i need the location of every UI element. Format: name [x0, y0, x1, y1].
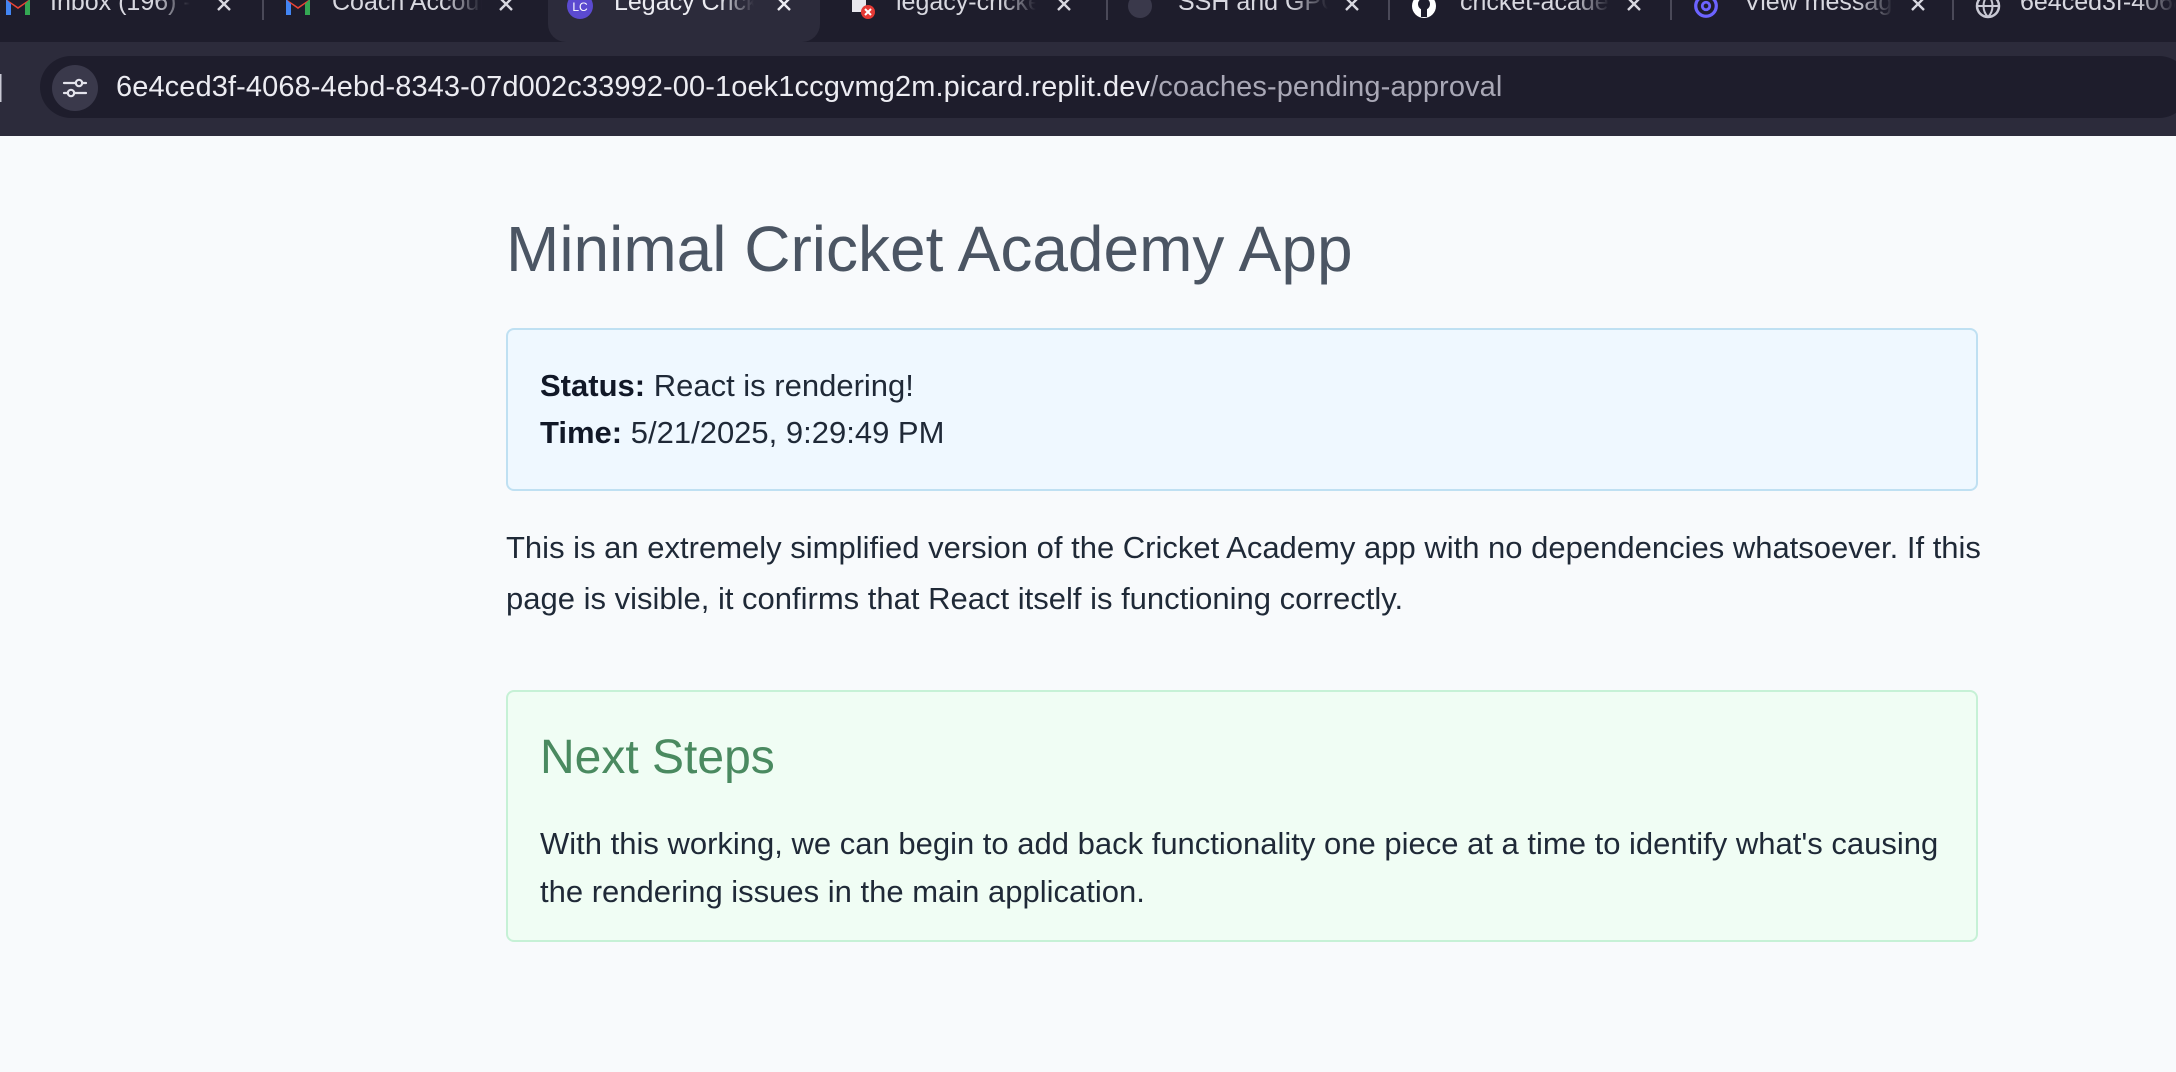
- tab-label: Coach Account: [332, 0, 482, 16]
- next-steps-title: Next Steps: [540, 731, 775, 784]
- legacy-cricket-icon: LC: [566, 0, 594, 20]
- tab-ssh-gpg[interactable]: SSH and GPG: [1112, 0, 1382, 42]
- close-icon[interactable]: [1620, 0, 1648, 18]
- github-icon: [1126, 0, 1154, 20]
- url-path: /coaches-pending-approval: [1150, 71, 1503, 103]
- url-host: 6e4ced3f-4068-4ebd-8343-07d002c33992-00-…: [116, 71, 1151, 103]
- tab-legacy-cricket[interactable]: LC Legacy Cricket: [548, 0, 820, 42]
- tab-label: cricket-academy: [1460, 0, 1610, 16]
- github-icon: [1410, 0, 1438, 20]
- tab-label: legacy-cricket: [896, 0, 1036, 16]
- tab-inbox[interactable]: Inbox (196) -: [0, 0, 262, 42]
- tab-separator: [1388, 0, 1390, 20]
- tab-legacy-cricket-error[interactable]: legacy-cricket: [828, 0, 1098, 42]
- tab-label: View messages: [1744, 0, 1894, 16]
- tab-separator: [262, 0, 264, 20]
- tab-label: 6e4ced3f-4068: [2020, 0, 2176, 16]
- tab-separator: [1952, 0, 1954, 20]
- tab-cricket-academy[interactable]: cricket-academy: [1394, 0, 1664, 42]
- tab-view-messages[interactable]: View messages: [1676, 0, 1946, 42]
- next-steps-text: With this working, we can begin to add b…: [540, 826, 1939, 909]
- sidebar-toggle-icon[interactable]: [0, 70, 6, 106]
- tab-label: Legacy Cricket: [614, 0, 754, 16]
- address-bar[interactable]: 6e4ced3f-4068-4ebd-8343-07d002c33992-00-…: [40, 56, 2176, 118]
- time-value: 5/21/2025, 9:29:49 PM: [630, 415, 945, 450]
- next-steps-panel: Next Steps With this working, we can beg…: [506, 690, 1978, 942]
- close-icon[interactable]: [1050, 0, 1078, 18]
- status-label: Status:: [540, 368, 646, 403]
- browser-toolbar: 6e4ced3f-4068-4ebd-8343-07d002c33992-00-…: [0, 42, 2176, 136]
- time-label: Time:: [540, 415, 623, 450]
- tab-label: SSH and GPG: [1178, 0, 1328, 16]
- tab-replit-preview[interactable]: 6e4ced3f-4068: [1958, 0, 2176, 42]
- at-sign-icon: [1692, 0, 1720, 20]
- page-viewport: Minimal Cricket Academy App Status: Reac…: [0, 136, 2176, 1072]
- globe-icon: [1974, 0, 2002, 20]
- close-icon[interactable]: [770, 0, 798, 18]
- page-title: Minimal Cricket Academy App: [506, 213, 1353, 285]
- description-text: This is an extremely simplified version …: [506, 530, 1981, 616]
- tab-separator: [1106, 0, 1108, 20]
- tab-strip: Inbox (196) - Coach Account LC Legacy Cr…: [0, 0, 2176, 42]
- close-icon[interactable]: [210, 0, 238, 18]
- status-panel: Status: React is rendering! Time: 5/21/2…: [506, 328, 1978, 491]
- url-text: 6e4ced3f-4068-4ebd-8343-07d002c33992-00-…: [116, 71, 1502, 104]
- site-settings-icon[interactable]: [52, 65, 98, 111]
- broken-page-icon: [848, 0, 876, 20]
- tab-coach-account[interactable]: Coach Account: [270, 0, 540, 42]
- gmail-icon: [284, 0, 312, 20]
- tab-separator: [1670, 0, 1672, 20]
- status-value: React is rendering!: [653, 368, 914, 403]
- tab-label: Inbox (196) -: [50, 0, 190, 16]
- close-icon[interactable]: [1904, 0, 1932, 18]
- gmail-icon: [4, 0, 32, 20]
- svg-text:LC: LC: [572, 0, 588, 14]
- close-icon[interactable]: [1338, 0, 1366, 18]
- close-icon[interactable]: [492, 0, 520, 18]
- status-line: Status: React is rendering!: [540, 368, 914, 404]
- time-line: Time: 5/21/2025, 9:29:49 PM: [540, 415, 944, 451]
